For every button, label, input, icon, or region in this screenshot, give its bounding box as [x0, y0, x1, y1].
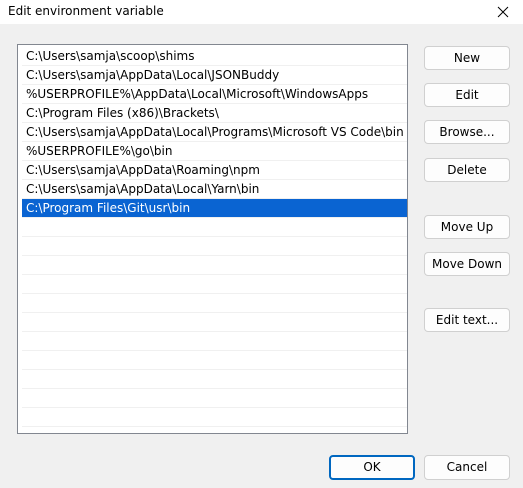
list-item-label: %USERPROFILE%\go\bin — [26, 144, 173, 158]
new-button[interactable]: New — [424, 46, 510, 70]
list-item[interactable]: %USERPROFILE%\go\bin — [22, 142, 407, 161]
list-item-label: C:\Users\samja\scoop\shims — [26, 49, 195, 63]
browse-button[interactable]: Browse... — [424, 120, 510, 144]
edit-button[interactable]: Edit — [424, 83, 510, 107]
close-icon — [497, 6, 509, 18]
empty-row — [22, 332, 407, 351]
list-item-label: %USERPROFILE%\AppData\Local\Microsoft\Wi… — [26, 87, 369, 101]
delete-button[interactable]: Delete — [424, 158, 510, 182]
ok-button[interactable]: OK — [329, 455, 415, 480]
list-item[interactable]: %USERPROFILE%\AppData\Local\Microsoft\Wi… — [22, 85, 407, 104]
empty-row — [22, 256, 407, 275]
list-item-label: C:\Users\samja\AppData\Local\Programs\Mi… — [26, 125, 404, 139]
list-item[interactable]: C:\Program Files (x86)\Brackets\ — [22, 104, 407, 123]
cancel-button[interactable]: Cancel — [424, 455, 510, 480]
list-item[interactable]: C:\Users\samja\AppData\Local\JSONBuddy — [22, 66, 407, 85]
list-item-label: C:\Users\samja\AppData\Roaming\npm — [26, 163, 260, 177]
move-up-button[interactable]: Move Up — [424, 215, 510, 239]
list-item[interactable]: C:\Users\samja\AppData\Local\Yarn\bin — [22, 180, 407, 199]
close-button[interactable] — [483, 0, 523, 24]
empty-row — [22, 313, 407, 332]
path-list[interactable]: C:\Users\samja\scoop\shims C:\Users\samj… — [17, 44, 408, 434]
list-item-label: C:\Users\samja\AppData\Local\Yarn\bin — [26, 182, 260, 196]
empty-row — [22, 218, 407, 237]
title-bar: Edit environment variable — [0, 0, 523, 24]
list-item[interactable]: C:\Users\samja\scoop\shims — [22, 47, 407, 66]
empty-row — [22, 275, 407, 294]
window-title: Edit environment variable — [8, 4, 164, 18]
empty-row — [22, 351, 407, 370]
empty-row — [22, 370, 407, 389]
empty-row — [22, 408, 407, 427]
list-item-label: C:\Program Files\Git\usr\bin — [26, 201, 191, 215]
list-item-label: C:\Users\samja\AppData\Local\JSONBuddy — [26, 68, 280, 82]
empty-row — [22, 294, 407, 313]
empty-row — [22, 389, 407, 408]
list-item-label: C:\Program Files (x86)\Brackets\ — [26, 106, 219, 120]
move-down-button[interactable]: Move Down — [424, 252, 510, 276]
list-item-selected[interactable]: C:\Program Files\Git\usr\bin — [22, 199, 407, 218]
edit-text-button[interactable]: Edit text... — [424, 308, 510, 332]
empty-row — [22, 237, 407, 256]
list-item[interactable]: C:\Users\samja\AppData\Roaming\npm — [22, 161, 407, 180]
list-item[interactable]: C:\Users\samja\AppData\Local\Programs\Mi… — [22, 123, 407, 142]
